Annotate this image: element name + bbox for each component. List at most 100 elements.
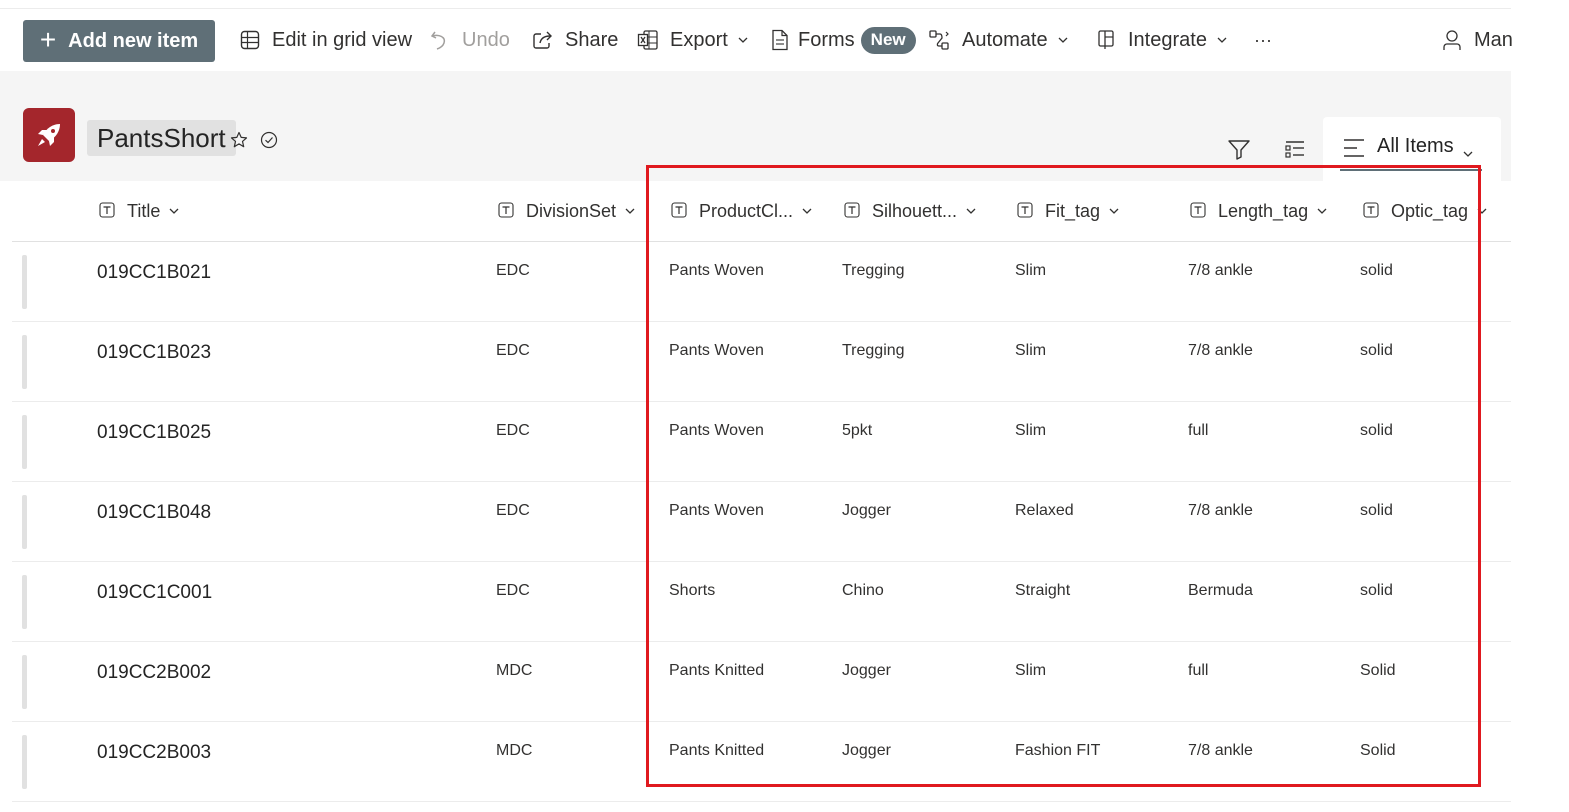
table-cell: Relaxed [1015, 502, 1074, 519]
table-row[interactable]: 019CC1B021 EDC Pants Woven Tregging Slim 7/8 … [12, 242, 1511, 322]
integrate-icon [1094, 28, 1118, 52]
table-cell: 5pkt [842, 422, 873, 439]
column-header[interactable]: Length_tag [1190, 181, 1327, 241]
row-select-handle[interactable] [22, 335, 27, 389]
form-icon [768, 28, 792, 52]
export-button[interactable]: Export [636, 9, 748, 71]
table-cell: EDC [496, 342, 530, 359]
row-title-link[interactable]: 019CC2B003 [97, 742, 211, 764]
table-cell: full [1188, 422, 1209, 439]
column-header[interactable]: Fit_tag [1017, 181, 1119, 241]
filter-icon[interactable] [1226, 136, 1252, 162]
manage-access-button[interactable]: Man [1440, 9, 1513, 71]
view-options-icon[interactable] [1282, 136, 1308, 162]
table-cell: EDC [496, 262, 530, 279]
edit-grid-view-button[interactable]: Edit in grid view [238, 9, 412, 71]
column-header-label: Title [127, 200, 161, 221]
table-row[interactable]: 019CC1C001 EDC Shorts Chino Straight Bermuda s… [12, 562, 1511, 642]
check-circle-icon[interactable] [258, 129, 280, 151]
table-cell: solid [1360, 502, 1393, 519]
text-field-icon [99, 202, 117, 220]
table-row[interactable]: 019CC2B002 MDC Pants Knitted Jogger Slim full… [12, 642, 1511, 722]
list-title[interactable]: PantsShort [87, 120, 236, 156]
column-header[interactable]: ProductCl... [671, 181, 812, 241]
row-select-handle[interactable] [22, 735, 27, 789]
text-field-icon [1017, 202, 1035, 220]
edit-grid-view-label: Edit in grid view [272, 28, 413, 51]
table-cell: Pants Knitted [669, 742, 765, 759]
row-title-link[interactable]: 019CC2B002 [97, 662, 211, 684]
excel-icon [636, 28, 660, 52]
table-row[interactable]: 019CC1B023 EDC Pants Woven Tregging Slim 7/8 … [12, 322, 1511, 402]
table-cell: Jogger [842, 742, 891, 759]
table-cell: solid [1360, 422, 1393, 439]
favorite-star-icon[interactable] [228, 129, 250, 151]
add-new-item-button[interactable]: + Add new item [23, 20, 215, 62]
column-header-label: Fit_tag [1045, 200, 1101, 221]
table-cell: Tregging [842, 342, 905, 359]
column-header[interactable]: DivisionSet [498, 181, 635, 241]
text-field-icon [1190, 202, 1208, 220]
chevron-down-icon [1217, 35, 1227, 45]
table-cell: Slim [1015, 342, 1047, 359]
column-header-label: Optic_tag [1391, 200, 1469, 221]
add-new-item-label: Add new item [68, 29, 199, 52]
forms-button[interactable]: Forms New [768, 9, 916, 71]
row-select-handle[interactable] [22, 255, 27, 309]
more-options-button[interactable]: ··· [1254, 9, 1272, 71]
table-cell: Slim [1015, 662, 1047, 679]
table-cell: full [1188, 662, 1209, 679]
export-label: Export [670, 28, 728, 51]
column-header[interactable]: Title [99, 181, 179, 241]
table-cell: Solid [1360, 662, 1396, 679]
table-cell: Tregging [842, 262, 905, 279]
command-bar: + Add new item Edit in grid view Undo Sh… [0, 8, 1513, 72]
table-row[interactable]: 019CC1B025 EDC Pants Woven 5pkt Slim full soli… [12, 402, 1511, 482]
table-cell: 7/8 ankle [1188, 742, 1253, 759]
table-row[interactable]: 019CC1B048 EDC Pants Woven Jogger Relaxed 7/8… [12, 482, 1511, 562]
table-cell: EDC [496, 502, 530, 519]
chevron-down-icon [625, 208, 635, 214]
person-icon [1440, 28, 1464, 52]
table-cell: Fashion FIT [1015, 742, 1101, 759]
row-select-handle[interactable] [22, 655, 27, 709]
table-cell: EDC [496, 422, 530, 439]
share-label: Share [565, 28, 619, 51]
table-cell: Shorts [669, 582, 716, 599]
row-title-link[interactable]: 019CC1B021 [97, 262, 211, 284]
share-button[interactable]: Share [531, 9, 618, 71]
chevron-down-icon [1477, 208, 1487, 214]
table-cell: Bermuda [1188, 582, 1253, 599]
chevron-down-icon [169, 208, 179, 214]
row-title-link[interactable]: 019CC1B023 [97, 342, 211, 364]
table-row[interactable]: 019CC2B003 MDC Pants Knitted Jogger Fashion … [12, 722, 1511, 802]
share-icon [531, 28, 555, 52]
more-icon: ··· [1254, 29, 1272, 50]
row-title-link[interactable]: 019CC1C001 [97, 582, 212, 604]
view-selector[interactable]: All Items [1323, 117, 1501, 181]
table-cell: EDC [496, 582, 530, 599]
table-cell: solid [1360, 342, 1393, 359]
column-header[interactable]: Silhouett... [844, 181, 976, 241]
column-header-label: Silhouett... [872, 200, 958, 221]
undo-label: Undo [462, 28, 510, 51]
row-select-handle[interactable] [22, 575, 27, 629]
column-header[interactable]: Optic_tag [1363, 181, 1487, 241]
integrate-button[interactable]: Integrate [1094, 9, 1227, 71]
rocket-icon [23, 108, 75, 162]
row-title-link[interactable]: 019CC1B025 [97, 422, 211, 444]
table-cell: 7/8 ankle [1188, 342, 1253, 359]
table-header: Title DivisionSet ProductCl... Silhouett...… [12, 181, 1511, 242]
row-select-handle[interactable] [22, 495, 27, 549]
table-cell: solid [1360, 582, 1393, 599]
table-cell: Pants Knitted [669, 662, 765, 679]
text-field-icon [671, 202, 689, 220]
automate-button[interactable]: Automate [928, 9, 1068, 71]
flow-icon [928, 28, 952, 52]
row-select-handle[interactable] [22, 415, 27, 469]
row-title-link[interactable]: 019CC1B048 [97, 502, 211, 524]
chevron-down-icon [1317, 208, 1327, 214]
table-cell: Jogger [842, 662, 891, 679]
table-cell: 7/8 ankle [1188, 502, 1253, 519]
undo-button[interactable]: Undo [428, 9, 510, 71]
